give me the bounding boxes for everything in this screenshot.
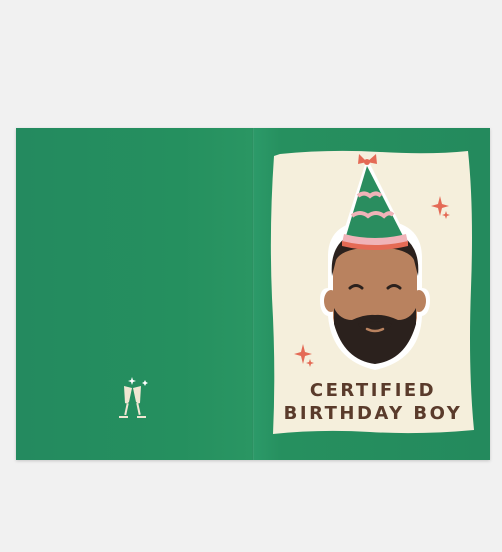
card-title-line-2: BIRTHDAY BOY [283,403,463,424]
greeting-card-scene: CERTIFIED BIRTHDAY BOY [0,0,502,552]
champagne-glasses-icon [119,377,148,418]
card-title-line-1: CERTIFIED [309,380,437,401]
card-fold [252,128,254,460]
